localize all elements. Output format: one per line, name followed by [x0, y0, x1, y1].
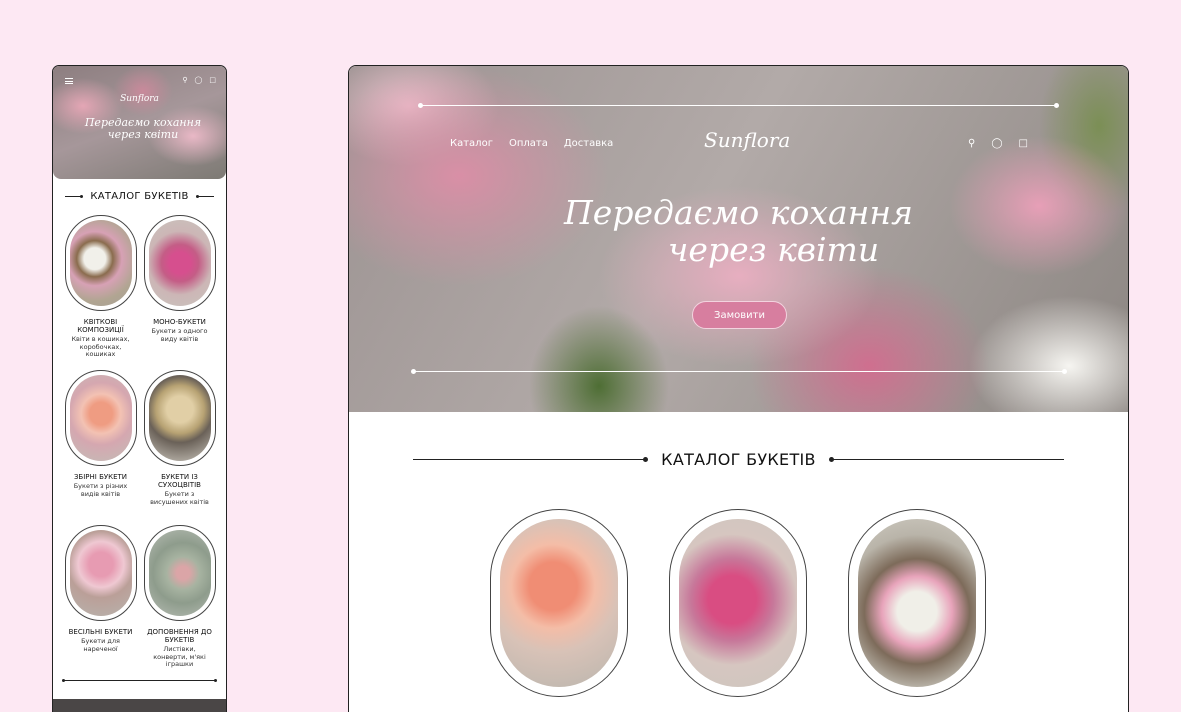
search-icon[interactable]: ⚲: [968, 138, 975, 149]
mobile-logo[interactable]: Sunflora: [53, 94, 226, 104]
next-section-preview: [53, 699, 226, 712]
section-title-text: КАТАЛОГ БУКЕТІВ: [661, 450, 816, 469]
divider: [65, 194, 84, 198]
mobile-hero: ⚲ ◯ □ Sunflora Передаємо кохання через к…: [53, 66, 226, 179]
desktop-mockup: Каталог Оплата Доставка Sunflora ⚲ ◯ □ П…: [348, 65, 1129, 712]
catalog-card-desc: Квіти в кошиках, коробочках, кошиках: [71, 335, 130, 358]
catalog-card[interactable]: Букети із сухоцвітів Букети з висушених …: [140, 370, 219, 525]
tagline-line-1: Передаємо кохання: [564, 193, 913, 232]
cart-icon[interactable]: □: [1019, 138, 1028, 149]
catalog-card-name: Букети із сухоцвітів: [158, 473, 201, 489]
tagline-line-2: через квіти: [667, 230, 880, 269]
main-nav: Каталог Оплата Доставка: [450, 138, 613, 149]
bouquet-photo: [69, 530, 132, 616]
catalog-image-frame: [64, 525, 137, 621]
catalog-card-name: Весільні букети: [68, 628, 133, 636]
catalog-image-frame: [143, 525, 216, 621]
menu-icon[interactable]: [65, 78, 73, 84]
user-icon[interactable]: ◯: [991, 138, 1002, 149]
desktop-logo[interactable]: Sunflora: [704, 128, 790, 152]
hero-divider-top: [418, 103, 1059, 108]
divider: [828, 457, 1064, 462]
hero-tagline: Передаємо кохання через квіти: [349, 194, 1128, 268]
user-icon[interactable]: ◯: [195, 76, 203, 84]
catalog-card-desc: Букети з одного виду квітів: [151, 327, 208, 343]
bouquet-photo: [69, 220, 132, 306]
cart-icon[interactable]: □: [209, 76, 216, 84]
bouquet-photo: [679, 519, 797, 687]
catalog-card-desc: Листівки, конверти, м'які іграшки: [153, 645, 206, 668]
nav-item-payment[interactable]: Оплата: [509, 138, 548, 149]
section-title-text: КАТАЛОГ БУКЕТІВ: [90, 190, 189, 202]
mobile-catalog-grid: Квіткові композиції Квіти в кошиках, кор…: [53, 213, 226, 680]
mobile-mockup: ⚲ ◯ □ Sunflora Передаємо кохання через к…: [52, 65, 227, 712]
nav-item-catalog[interactable]: Каталог: [450, 138, 493, 149]
bouquet-photo: [500, 519, 618, 687]
catalog-card-name: Квіткові композиції: [77, 318, 124, 334]
catalog-card-name: Збірні букети: [73, 473, 128, 481]
catalog-card[interactable]: Квіткові композиції Квіти в кошиках, кор…: [61, 215, 140, 370]
catalog-card-desc: Букети для нареченої: [81, 637, 120, 653]
catalog-card[interactable]: [490, 509, 628, 697]
catalog-card[interactable]: [669, 509, 807, 697]
catalog-card-desc: Букети з висушених квітів: [150, 490, 209, 506]
catalog-card-name: Доповнення до букетів: [147, 628, 212, 644]
divider: [62, 679, 217, 682]
desktop-catalog-row: [490, 509, 986, 697]
catalog-image-frame: [64, 370, 137, 466]
search-icon[interactable]: ⚲: [182, 76, 187, 84]
bouquet-photo: [69, 375, 132, 461]
hero-divider-bottom: [411, 369, 1067, 374]
catalog-card-name: Моно-букети: [153, 318, 206, 326]
mobile-tagline: Передаємо кохання через квіти: [84, 116, 202, 141]
catalog-image-frame: [143, 370, 216, 466]
nav-item-delivery[interactable]: Доставка: [564, 138, 613, 149]
bouquet-photo: [858, 519, 976, 687]
mobile-section-title: КАТАЛОГ БУКЕТІВ: [53, 179, 226, 213]
catalog-card[interactable]: [848, 509, 986, 697]
catalog-card[interactable]: Доповнення до букетів Листівки, конверти…: [140, 525, 219, 680]
catalog-card[interactable]: Моно-букети Букети з одного виду квітів: [140, 215, 219, 370]
bouquet-photo: [148, 530, 211, 616]
order-button[interactable]: Замовити: [692, 301, 787, 329]
desktop-section-title: КАТАЛОГ БУКЕТІВ: [413, 450, 1064, 469]
catalog-card[interactable]: Збірні букети Букети з різних видів квіт…: [61, 370, 140, 525]
bouquet-photo: [148, 375, 211, 461]
catalog-card[interactable]: Весільні букети Букети для нареченої: [61, 525, 140, 680]
catalog-card-desc: Букети з різних видів квітів: [73, 482, 128, 498]
divider: [413, 457, 649, 462]
desktop-hero: Каталог Оплата Доставка Sunflora ⚲ ◯ □ П…: [349, 66, 1128, 412]
divider: [195, 194, 214, 198]
catalog-image-frame: [143, 215, 216, 311]
bouquet-photo: [148, 220, 211, 306]
catalog-image-frame: [64, 215, 137, 311]
